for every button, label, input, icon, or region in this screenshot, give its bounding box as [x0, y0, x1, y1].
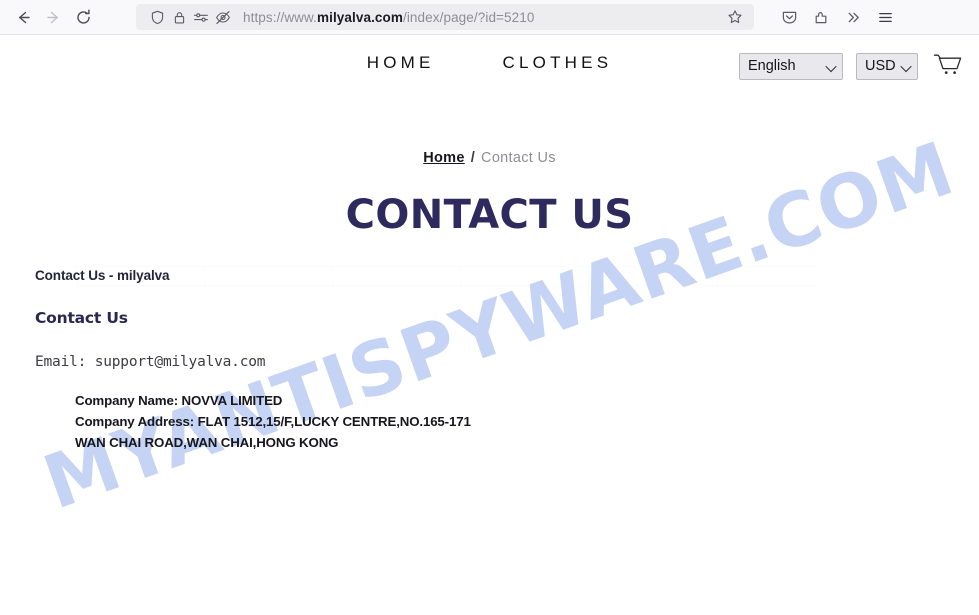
- eye-slash-glyph: [216, 10, 230, 24]
- language-select-wrapper: English: [739, 52, 843, 80]
- page-content: Home / Contact Us CONTACT US Contact Us - …: [0, 123, 979, 453]
- contact-intro: Contact Us - milyalva: [35, 268, 170, 283]
- url-host: milyalva.com: [316, 9, 403, 25]
- cookie-settings-icon[interactable]: [190, 6, 212, 28]
- padlock-glyph: [174, 11, 184, 23]
- header-controls: English USD: [739, 51, 965, 81]
- padlock-icon[interactable]: [168, 6, 190, 28]
- breadcrumb: Home / Contact Us: [0, 123, 979, 166]
- language-select[interactable]: English: [739, 52, 843, 80]
- breadcrumb-home-link[interactable]: Home: [423, 150, 465, 166]
- app-menu-button[interactable]: [870, 4, 900, 30]
- contact-email-line: Email: support@milyalva.com: [35, 354, 266, 370]
- eye-slash-icon[interactable]: [212, 6, 234, 28]
- star-icon: [728, 10, 742, 24]
- contact-body: Contact Us - milyalva Contact Us Email: …: [0, 238, 979, 453]
- browser-toolbar: https://www.milyalva.com/index/page/?id=…: [0, 0, 979, 35]
- pocket-save-button[interactable]: [774, 4, 804, 30]
- company-address-line-1: Company Address: FLAT 1512,15/F,LUCKY CE…: [75, 414, 471, 429]
- contact-section-heading: Contact Us: [35, 309, 128, 327]
- company-name-line: Company Name: NOVVA LIMITED: [75, 393, 283, 408]
- nav-link-clothes[interactable]: CLOTHES: [503, 53, 613, 73]
- shield-glyph: [151, 10, 163, 24]
- breadcrumb-current: Contact Us: [481, 150, 556, 166]
- shopping-cart-icon: [933, 54, 962, 74]
- site-header: HOME CLOTHES English USD: [0, 35, 979, 123]
- shield-icon[interactable]: [146, 6, 168, 28]
- reload-button[interactable]: [68, 4, 98, 30]
- forward-arrow-icon: [46, 11, 58, 23]
- company-details: Company Name: NOVVA LIMITED Company Addr…: [35, 390, 979, 453]
- cart-button[interactable]: [931, 51, 965, 81]
- forward-button[interactable]: [38, 4, 68, 30]
- page-body: MYANTISPYWARE.COM Home / Contact Us CONTAC…: [0, 123, 979, 615]
- company-address-line-2: WAN CHAI ROAD,WAN CHAI,HONG KONG: [75, 435, 339, 450]
- overflow-button[interactable]: [838, 4, 868, 30]
- bookmark-button[interactable]: [722, 5, 748, 29]
- nav-link-home[interactable]: HOME: [367, 53, 435, 73]
- double-chevron-right-icon: [848, 12, 859, 22]
- hamburger-menu-icon: [878, 12, 892, 22]
- reload-icon: [76, 9, 90, 24]
- browser-toolbar-right: [774, 4, 900, 30]
- back-arrow-icon: [18, 11, 30, 23]
- url-text[interactable]: https://www.milyalva.com/index/page/?id=…: [243, 10, 722, 25]
- back-button[interactable]: [8, 4, 38, 30]
- extensions-button[interactable]: [806, 4, 836, 30]
- currency-select-wrapper: USD: [856, 52, 918, 80]
- address-bar[interactable]: https://www.milyalva.com/index/page/?id=…: [136, 4, 754, 30]
- pocket-save-icon: [782, 11, 796, 23]
- currency-select[interactable]: USD: [856, 52, 918, 80]
- url-scheme: https://www.: [243, 9, 317, 25]
- extension-puzzle-icon: [815, 11, 826, 23]
- page-title: CONTACT US: [345, 192, 634, 238]
- breadcrumb-separator: /: [470, 150, 476, 166]
- cookie-settings-glyph: [194, 12, 208, 22]
- url-path: /index/page/?id=5210: [402, 9, 535, 25]
